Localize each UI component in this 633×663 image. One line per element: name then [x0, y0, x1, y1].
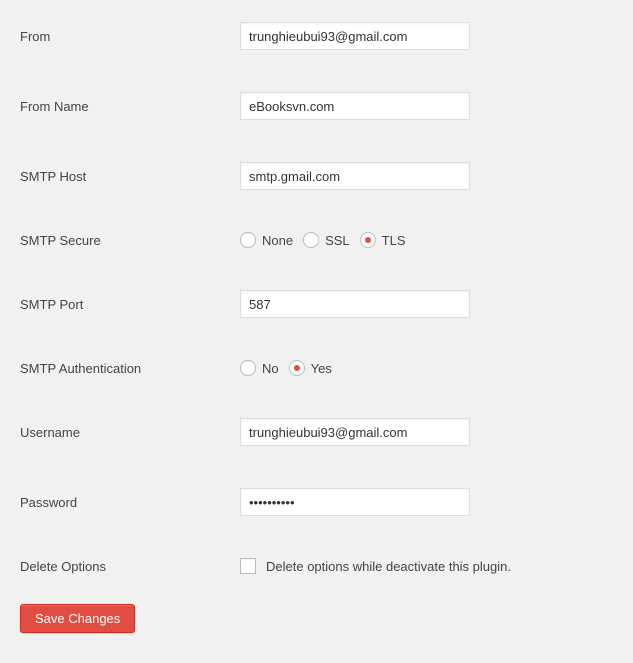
smtp-secure-none[interactable]: None	[240, 232, 293, 248]
smtp-auth-no[interactable]: No	[240, 360, 279, 376]
radio-icon	[303, 232, 319, 248]
radio-label: TLS	[382, 233, 406, 248]
delete-options-checkbox[interactable]	[240, 558, 256, 574]
from-label: From	[20, 29, 240, 44]
radio-label: None	[262, 233, 293, 248]
radio-icon	[289, 360, 305, 376]
from-input[interactable]	[240, 22, 470, 50]
delete-options-checkbox-label: Delete options while deactivate this plu…	[266, 559, 511, 574]
delete-options-label: Delete Options	[20, 559, 240, 574]
smtp-auth-group: No Yes	[240, 360, 332, 376]
username-label: Username	[20, 425, 240, 440]
password-input[interactable]	[240, 488, 470, 516]
save-changes-button[interactable]: Save Changes	[20, 604, 135, 633]
username-input[interactable]	[240, 418, 470, 446]
from-name-input[interactable]	[240, 92, 470, 120]
radio-icon	[360, 232, 376, 248]
radio-label: SSL	[325, 233, 350, 248]
smtp-host-input[interactable]	[240, 162, 470, 190]
smtp-host-label: SMTP Host	[20, 169, 240, 184]
radio-label: No	[262, 361, 279, 376]
smtp-auth-label: SMTP Authentication	[20, 361, 240, 376]
smtp-secure-ssl[interactable]: SSL	[303, 232, 350, 248]
smtp-port-input[interactable]	[240, 290, 470, 318]
password-label: Password	[20, 495, 240, 510]
from-name-label: From Name	[20, 99, 240, 114]
smtp-auth-yes[interactable]: Yes	[289, 360, 332, 376]
smtp-secure-group: None SSL TLS	[240, 232, 406, 248]
radio-icon	[240, 232, 256, 248]
smtp-secure-tls[interactable]: TLS	[360, 232, 406, 248]
radio-icon	[240, 360, 256, 376]
radio-label: Yes	[311, 361, 332, 376]
smtp-port-label: SMTP Port	[20, 297, 240, 312]
smtp-secure-label: SMTP Secure	[20, 233, 240, 248]
